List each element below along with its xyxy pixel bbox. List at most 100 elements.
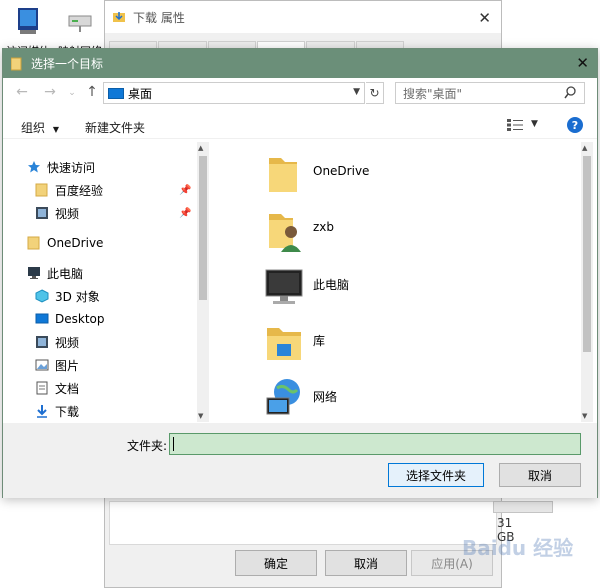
organize-label: 组织 — [21, 121, 46, 135]
scroll-up-icon[interactable]: ▲ — [582, 144, 587, 152]
disk-usage-bar — [493, 501, 553, 513]
item-zxb[interactable]: zxb — [263, 208, 563, 258]
nav-item-baidu-exp[interactable]: 百度经验 — [35, 179, 103, 201]
organize-chevron-icon: ▼ — [52, 125, 59, 134]
nav-label: OneDrive — [47, 236, 104, 250]
content-scroll-thumb[interactable] — [583, 156, 591, 352]
network-drive-icon — [68, 15, 92, 32]
content-pane: OneDrive zxb 此电脑 库 网络 — [213, 142, 583, 422]
nav-item-quick-access[interactable]: 快速访问 — [27, 156, 95, 178]
view-chevron-icon[interactable]: ▼ — [531, 119, 538, 129]
pin-icon[interactable]: 📌 — [179, 185, 191, 196]
address-dropdown-icon[interactable]: ▼ — [353, 87, 360, 97]
item-name: OneDrive — [313, 164, 370, 178]
view-options-icon[interactable] — [507, 119, 523, 131]
folder-label: 文件夹: — [127, 439, 168, 453]
desktop-icon — [35, 313, 49, 324]
video-icon — [36, 336, 48, 348]
nav-item-videos-quick[interactable]: 视频 — [35, 202, 79, 224]
search-placeholder: 搜索"桌面" — [403, 86, 463, 101]
up-arrow-icon[interactable]: ↑ — [83, 84, 101, 100]
nav-item-documents[interactable]: 文档 — [35, 377, 79, 399]
back-arrow-icon[interactable]: ← — [13, 84, 31, 100]
organize-button[interactable]: 组织 ▼ — [21, 119, 59, 136]
nav-item-desktop[interactable]: Desktop — [35, 308, 105, 330]
properties-ok-button[interactable]: 确定 — [235, 550, 317, 576]
item-name: 库 — [313, 334, 326, 348]
video-icon — [36, 207, 48, 219]
cube-icon — [35, 289, 49, 303]
address-location: 桌面 — [128, 86, 153, 101]
item-onedrive[interactable]: OneDrive — [263, 152, 563, 202]
refresh-icon[interactable]: ↻ — [366, 82, 384, 104]
search-icon — [564, 86, 576, 99]
nav-label: 视频 — [55, 206, 80, 221]
address-bar[interactable]: 桌面 ▼ — [103, 82, 365, 104]
nav-scrollbar[interactable]: ▲ ▼ — [197, 142, 209, 422]
navigation-pane: 快速访问 百度经验 📌 视频 📌 OneDrive 此电脑 3D 对象 Desk… — [3, 142, 209, 422]
forward-arrow-icon[interactable]: → — [41, 84, 59, 100]
nav-item-pictures[interactable]: 图片 — [35, 354, 79, 376]
item-network[interactable]: 网络 — [263, 376, 563, 422]
folder-icon — [27, 236, 40, 250]
select-folder-button[interactable]: 选择文件夹 — [388, 463, 484, 487]
new-folder-button[interactable]: 新建文件夹 — [85, 119, 145, 136]
nav-label: Desktop — [55, 312, 105, 326]
dialog-close-icon[interactable]: ✕ — [576, 54, 589, 72]
picture-icon — [35, 359, 49, 371]
recent-chevron-icon[interactable]: ⌄ — [63, 88, 81, 98]
dialog-footer: 文件夹: 选择文件夹 取消 — [3, 423, 597, 498]
library-icon — [267, 328, 301, 360]
download-folder-icon — [113, 12, 125, 22]
nav-item-onedrive[interactable]: OneDrive — [27, 232, 103, 254]
cancel-button[interactable]: 取消 — [499, 463, 581, 487]
help-icon[interactable]: ? — [567, 117, 583, 133]
nav-label: 3D 对象 — [55, 289, 100, 304]
address-row: ← → ⌄ ↑ 桌面 ▼ ↻ 搜索"桌面" — [3, 82, 597, 108]
pin-icon[interactable]: 📌 — [179, 208, 191, 219]
content-scrollbar[interactable]: ▲ ▼ — [581, 142, 593, 422]
command-bar: 组织 ▼ 新建文件夹 ▼ ? — [3, 113, 597, 139]
item-this-pc[interactable]: 此电脑 — [263, 264, 563, 314]
item-name: 此电脑 — [313, 278, 350, 292]
media-icon — [18, 8, 38, 34]
properties-close-icon[interactable]: ✕ — [478, 9, 491, 27]
folder-input[interactable] — [169, 433, 581, 455]
nav-scroll-thumb[interactable] — [199, 156, 207, 300]
properties-title: 下载 属性 — [133, 10, 185, 25]
search-box[interactable]: 搜索"桌面" — [395, 82, 585, 104]
folder-icon — [35, 183, 48, 197]
nav-item-videos[interactable]: 视频 — [35, 331, 79, 353]
nav-label: 图片 — [55, 358, 80, 373]
nav-label: 下载 — [55, 404, 80, 419]
dialog-titlebar: 选择一个目标 — [3, 49, 597, 78]
select-folder-dialog: 选择一个目标 ✕ ← → ⌄ ↑ 桌面 ▼ ↻ 搜索"桌面" 组织 ▼ 新建文件… — [2, 48, 598, 498]
network-icon — [266, 379, 300, 415]
nav-label: 此电脑 — [47, 266, 84, 281]
scroll-down-icon[interactable]: ▼ — [198, 412, 203, 420]
properties-titlebar: 下载 属性 — [105, 1, 501, 33]
scroll-up-icon[interactable]: ▲ — [198, 144, 203, 152]
properties-panel — [109, 501, 497, 545]
nav-label: 文档 — [55, 381, 80, 396]
item-name: zxb — [313, 220, 335, 234]
nav-label: 视频 — [55, 335, 80, 350]
folder-title-icon — [11, 57, 22, 70]
properties-cancel-button[interactable]: 取消 — [325, 550, 407, 576]
nav-item-this-pc[interactable]: 此电脑 — [27, 262, 83, 284]
watermark: Baidu 经验 — [462, 536, 574, 560]
star-icon — [28, 161, 40, 173]
item-name: 网络 — [313, 390, 338, 404]
desktop-location-icon — [108, 87, 124, 99]
folder-icon — [269, 158, 297, 192]
computer-icon — [265, 269, 303, 304]
nav-label: 快速访问 — [47, 160, 96, 175]
dialog-title: 选择一个目标 — [31, 57, 104, 71]
nav-item-downloads[interactable]: 下载 — [35, 400, 79, 422]
nav-item-3d-objects[interactable]: 3D 对象 — [35, 285, 100, 307]
download-icon — [37, 405, 47, 418]
item-library[interactable]: 库 — [263, 320, 563, 370]
computer-icon — [28, 267, 40, 279]
scroll-down-icon[interactable]: ▼ — [582, 412, 587, 420]
text-caret — [173, 437, 174, 451]
